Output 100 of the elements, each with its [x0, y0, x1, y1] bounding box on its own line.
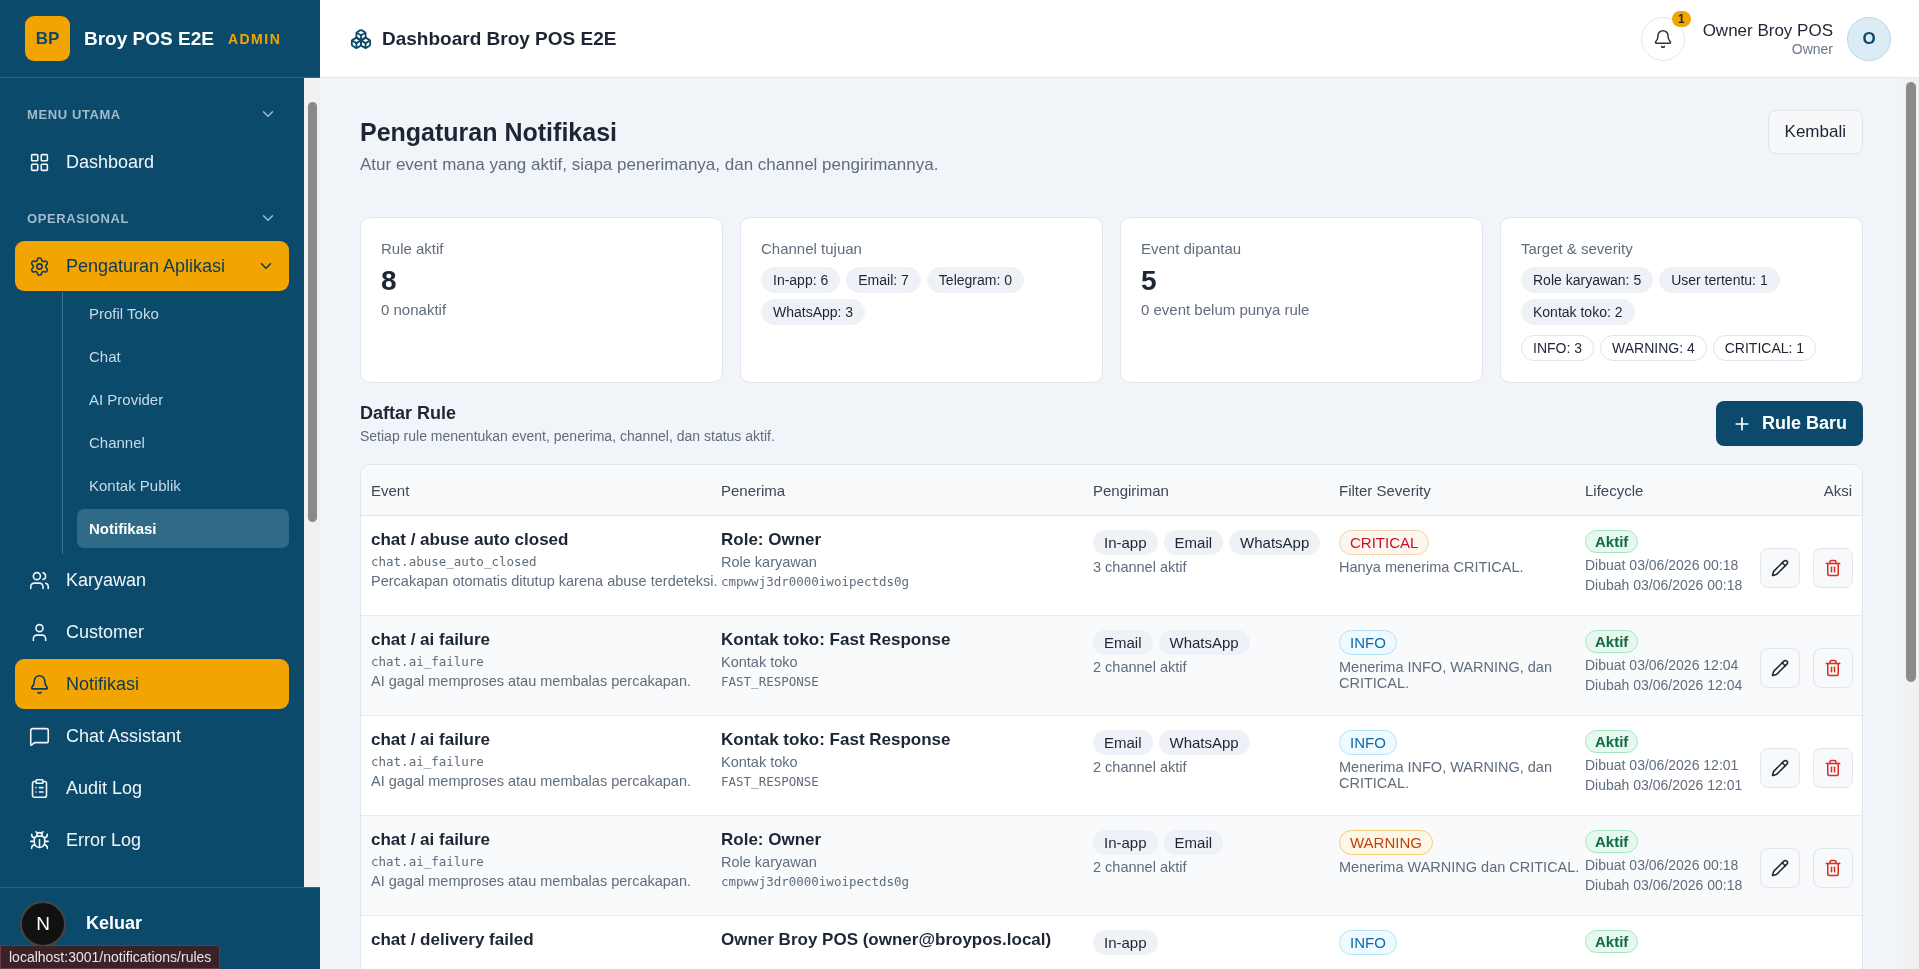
edit-button[interactable]	[1760, 748, 1800, 788]
severity-tag: WARNING	[1339, 830, 1433, 855]
updated-date: Diubah 03/06/2026 00:18	[1585, 577, 1743, 593]
severity-tag: CRITICAL	[1339, 530, 1430, 555]
pencil-icon	[1771, 559, 1789, 577]
event-description: AI gagal memproses atau membalas percakapan.	[371, 873, 691, 889]
section-label: OPERASIONAL	[27, 210, 129, 226]
page-title: Pengaturan Notifikasi	[360, 118, 618, 147]
delete-button[interactable]	[1813, 648, 1853, 688]
page-subtitle: Atur event mana yang aktif, siapa penerimanya, dan channel pengirimannya.	[360, 155, 939, 175]
edit-button[interactable]	[1760, 648, 1800, 688]
recipient-name: Owner Broy POS (owner@broypos.local)	[721, 930, 1052, 950]
nav-item[interactable]: Chat Assistant	[15, 711, 289, 761]
scrollbar[interactable]	[1903, 78, 1919, 969]
dev-tools-button[interactable]: N	[20, 900, 66, 947]
count-chip: Email: 7	[846, 267, 921, 293]
created-date: Dibuat 03/06/2026 12:04	[1585, 657, 1739, 673]
channel-tag: Email	[1093, 630, 1153, 655]
section-label: MENU UTAMA	[27, 106, 121, 122]
nav-item[interactable]: Pengaturan Aplikasi	[15, 241, 289, 291]
count-chip: WhatsApp: 3	[761, 299, 866, 325]
back-button[interactable]: Kembali	[1767, 110, 1863, 154]
recipient-name: Kontak toko: Fast Response	[721, 630, 951, 650]
column-header: Pengiriman	[1093, 481, 1170, 499]
nav-item[interactable]: Dashboard	[15, 137, 289, 187]
channel-tag: WhatsApp	[1229, 530, 1321, 555]
stat-note: 0 event belum punya rule	[1141, 301, 1311, 318]
submenu-item[interactable]: Chat	[77, 337, 289, 376]
scrollbar[interactable]	[304, 78, 320, 887]
user-role: Owner	[1791, 40, 1833, 57]
channel-count: 2 channel aktif	[1093, 659, 1187, 675]
stat-label: Event dipantau	[1141, 240, 1243, 257]
column-header: Penerima	[721, 481, 787, 499]
severity-tag: INFO	[1339, 930, 1397, 955]
stat-value: 8	[381, 265, 398, 297]
submenu-item[interactable]: Profil Toko	[77, 294, 289, 333]
count-chip: Role karyawan: 5	[1521, 267, 1654, 293]
edit-button[interactable]	[1760, 848, 1800, 888]
event-name: chat / delivery failed	[371, 930, 534, 950]
section-title: Daftar Rule	[360, 403, 458, 424]
channel-tag: In-app	[1093, 530, 1158, 555]
delete-button[interactable]	[1813, 848, 1853, 888]
nav-item[interactable]: Error Log	[15, 815, 289, 865]
event-name: chat / ai failure	[371, 630, 491, 650]
created-date: Dibuat 03/06/2026 12:01	[1585, 757, 1739, 773]
count-chip: Telegram: 0	[926, 267, 1024, 293]
nav-item[interactable]: Karyawan	[15, 555, 289, 605]
count-chip: CRITICAL: 1	[1712, 335, 1817, 361]
delete-button[interactable]	[1813, 748, 1853, 788]
stat-label: Target & severity	[1521, 240, 1634, 257]
new-rule-button[interactable]: Rule Baru	[1715, 401, 1863, 446]
channel-tag: Email	[1093, 730, 1153, 755]
event-description: AI gagal memproses atau membalas percakapan.	[371, 673, 691, 689]
grid-icon	[29, 151, 50, 173]
edit-button[interactable]	[1760, 548, 1800, 588]
recipient-id: FAST_RESPONSE	[721, 674, 819, 689]
recipient-type: Role karyawan	[721, 554, 817, 570]
severity-note: Menerima INFO, WARNING, dan CRITICAL.	[1339, 659, 1553, 691]
status-tag: Aktif	[1585, 730, 1639, 753]
delete-button[interactable]	[1813, 548, 1853, 588]
channel-count: 3 channel aktif	[1093, 559, 1187, 575]
recipient-id: cmpwwj3dr0000iwoipectds0g	[721, 574, 910, 589]
channel-tag: WhatsApp	[1158, 630, 1250, 655]
recipient-type: Role karyawan	[721, 854, 817, 870]
submenu-item[interactable]: Notifikasi	[77, 509, 289, 548]
recipient-name: Role: Owner	[721, 830, 822, 850]
event-code: chat.ai_failure	[371, 854, 484, 869]
submenu-item[interactable]: AI Provider	[77, 380, 289, 419]
bell-icon	[29, 673, 50, 695]
pencil-icon	[1771, 759, 1789, 777]
settings-icon	[29, 255, 50, 277]
created-date: Dibuat 03/06/2026 00:18	[1585, 857, 1739, 873]
severity-note: Hanya menerima CRITICAL.	[1339, 559, 1524, 575]
header-title: Dashboard Broy POS E2E	[382, 27, 617, 50]
section-subtitle: Setiap rule menentukan event, penerima, channel, dan status aktif.	[360, 428, 775, 444]
trash-icon	[1824, 659, 1842, 677]
nav-item[interactable]: Customer	[15, 607, 289, 657]
admin-label: ADMIN	[227, 30, 282, 47]
count-chip: WARNING: 4	[1600, 335, 1707, 361]
updated-date: Diubah 03/06/2026 00:18	[1585, 877, 1743, 893]
bell-icon	[1652, 28, 1673, 49]
user-avatar[interactable]: O	[1847, 16, 1891, 61]
notification-button[interactable]	[1640, 16, 1685, 61]
count-chip: In-app: 6	[761, 267, 841, 293]
nav-item[interactable]: Audit Log	[15, 763, 289, 813]
notification-count: 1	[1671, 10, 1691, 27]
recipient-name: Kontak toko: Fast Response	[721, 730, 951, 750]
severity-note: Menerima WARNING dan CRITICAL.	[1339, 859, 1580, 875]
recipient-id: cmpwwj3dr0000iwoipectds0g	[721, 874, 910, 889]
severity-tag: INFO	[1339, 630, 1397, 655]
stat-value: 5	[1141, 265, 1158, 297]
logout-link[interactable]: Keluar	[86, 913, 143, 934]
trash-icon	[1824, 559, 1842, 577]
submenu-item[interactable]: Channel	[77, 423, 289, 462]
event-code: chat.abuse_auto_closed	[371, 554, 537, 569]
nav-item[interactable]: Notifikasi	[15, 659, 289, 709]
submenu-item[interactable]: Kontak Publik	[77, 466, 289, 505]
status-tag: Aktif	[1585, 630, 1639, 653]
channel-tag: In-app	[1093, 930, 1158, 955]
severity-tag: INFO	[1339, 730, 1397, 755]
